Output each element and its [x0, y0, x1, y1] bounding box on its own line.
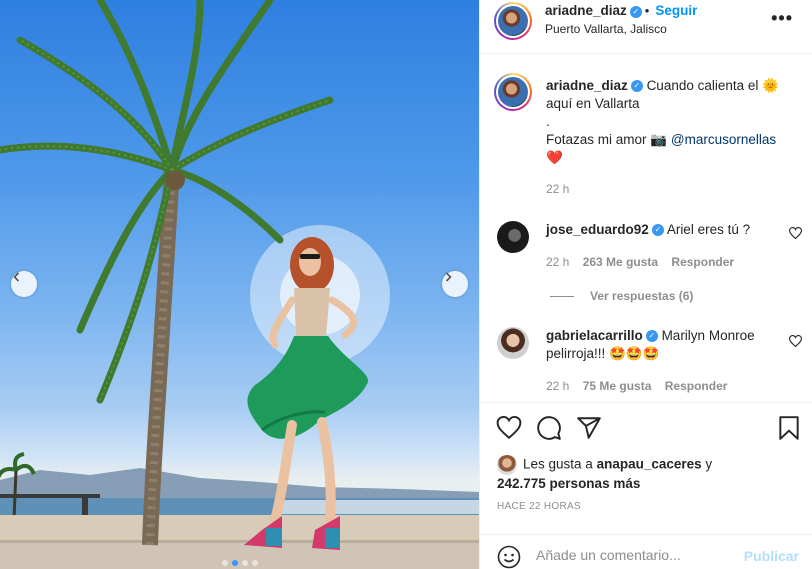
caption-line-1: Cuando calienta el	[646, 78, 759, 93]
comments-section: ariadne_diaz ✓ Cuando calienta el 🌞 aquí …	[480, 55, 812, 402]
chevron-right-icon	[445, 272, 452, 282]
comment-like-icon[interactable]	[788, 335, 803, 350]
comment-text: jose_eduardo92 ✓ Ariel eres tú ?	[546, 221, 796, 239]
comment-likes[interactable]: 75 Me gusta	[583, 379, 652, 393]
comment-composer: Publicar	[480, 534, 812, 569]
comment-time[interactable]: 22 h	[546, 379, 569, 393]
likes-count[interactable]: 242.775 personas más	[497, 476, 640, 491]
caption-username[interactable]: ariadne_diaz	[546, 78, 628, 93]
caption-meta: 22 h	[546, 182, 579, 196]
star-eyes-emoji-icon: 🤩🤩🤩	[609, 346, 660, 361]
mention-link[interactable]: @marcusornellas	[671, 132, 776, 147]
caption-dot: .	[546, 114, 550, 129]
post-timestamp[interactable]: HACE 22 HORAS	[497, 501, 581, 512]
beach-photo	[0, 0, 479, 569]
comment-meta: 22 h 75 Me gusta Responder	[546, 379, 737, 393]
verified-badge-icon: ✓	[630, 80, 643, 93]
action-bar	[480, 402, 812, 450]
verified-badge-icon: ✓	[629, 5, 642, 18]
bookmark-icon[interactable]	[776, 415, 802, 441]
comment-icon[interactable]	[536, 415, 562, 441]
view-replies-button[interactable]: Ver respuestas (6)	[550, 289, 693, 303]
carousel-dot-active	[232, 560, 238, 566]
author-username[interactable]: ariadne_diaz	[545, 3, 627, 18]
carousel-dot	[252, 560, 258, 566]
caption-author-avatar[interactable]	[494, 73, 532, 111]
verified-badge-icon: ✓	[645, 330, 658, 343]
commenter-username[interactable]: gabrielacarrillo	[546, 328, 643, 343]
comment-time[interactable]: 22 h	[546, 255, 569, 269]
author-avatar[interactable]	[494, 2, 532, 40]
publish-button[interactable]: Publicar	[744, 548, 799, 564]
liker-username[interactable]: anapau_caceres	[597, 457, 702, 472]
comment-like-icon[interactable]	[788, 227, 803, 242]
commenter-avatar[interactable]	[497, 327, 529, 359]
likes-prefix: Les gusta a	[523, 456, 593, 472]
likes-summary: Les gusta a anapau_caceres y 242.775 per…	[497, 455, 797, 493]
heart-emoji-icon: ❤️	[546, 150, 563, 165]
liker-avatar[interactable]	[497, 455, 517, 475]
reply-button[interactable]: Responder	[665, 379, 728, 393]
post-media[interactable]	[0, 0, 479, 569]
sun-emoji-icon: 🌞	[762, 78, 779, 93]
send-icon[interactable]	[576, 415, 602, 441]
caption-text: ariadne_diaz ✓ Cuando calienta el 🌞 aquí …	[546, 77, 796, 167]
caption-time[interactable]: 22 h	[546, 182, 569, 196]
comment-input[interactable]	[536, 547, 736, 563]
caption-line-2: aquí en Vallarta	[546, 96, 640, 111]
camera-emoji-icon: 📷	[650, 132, 668, 147]
follow-button[interactable]: Seguir	[655, 3, 697, 18]
post-header: ariadne_diaz ✓ • Seguir Puerto Vallarta, Ja…	[480, 0, 812, 54]
comment-likes[interactable]: 263 Me gusta	[583, 255, 658, 269]
reply-button[interactable]: Responder	[671, 255, 734, 269]
likes-joiner: y	[705, 456, 713, 472]
caption-line-3: Fotazas mi amor	[546, 132, 647, 147]
commenter-username[interactable]: jose_eduardo92	[546, 222, 649, 237]
carousel-next-button[interactable]	[442, 271, 468, 297]
comment-text: gabrielacarrillo ✓ Marilyn Monroe pelirro…	[546, 327, 796, 363]
commenter-avatar[interactable]	[497, 221, 529, 253]
post-location[interactable]: Puerto Vallarta, Jalisco	[545, 22, 667, 36]
carousel-dots	[222, 560, 258, 566]
carousel-prev-button[interactable]	[11, 271, 37, 297]
more-options-icon[interactable]: •••	[771, 8, 793, 29]
post-side-panel: ariadne_diaz ✓ • Seguir Puerto Vallarta, Ja…	[479, 0, 812, 569]
verified-badge-icon: ✓	[651, 224, 664, 237]
heart-icon[interactable]	[496, 415, 522, 441]
comment-body: Ariel eres tú ?	[666, 222, 751, 237]
carousel-dot	[222, 560, 228, 566]
emoji-icon[interactable]	[497, 545, 521, 569]
carousel-dot	[242, 560, 248, 566]
view-replies-label: Ver respuestas (6)	[590, 289, 694, 303]
chevron-left-icon	[13, 272, 20, 282]
comment-meta: 22 h 263 Me gusta Responder	[546, 255, 744, 269]
